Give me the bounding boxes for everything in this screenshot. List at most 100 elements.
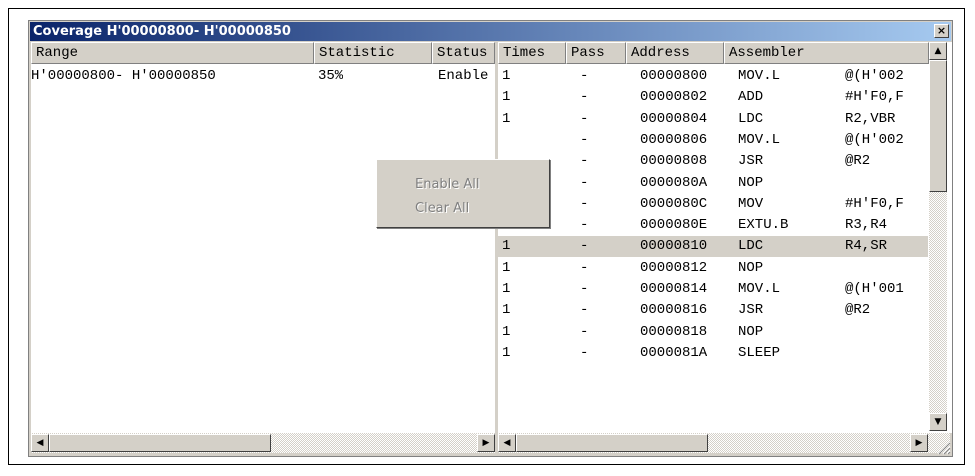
- times-cell: 1: [502, 344, 511, 361]
- resize-grip-icon[interactable]: [933, 437, 951, 455]
- address-cell: 00000808: [640, 153, 708, 170]
- pass-cell: -: [580, 110, 589, 127]
- pass-cell: -: [580, 281, 589, 297]
- window-titlebar[interactable]: Coverage H'00000800- H'00000850 ×: [30, 22, 951, 41]
- coverage-row[interactable]: 1 - 00000802 ADD #H'F0,F: [498, 87, 928, 108]
- address-cell: 0000081A: [640, 344, 708, 361]
- address-cell: 00000800: [640, 68, 708, 84]
- address-cell: 00000810: [640, 238, 708, 255]
- times-cell: 1: [502, 323, 511, 340]
- column-header-status[interactable]: Status: [432, 42, 495, 64]
- mnemonic-cell: MOV: [738, 195, 764, 212]
- scroll-left-button[interactable]: ◀: [498, 434, 516, 452]
- pass-cell: -: [580, 174, 589, 191]
- coverage-row[interactable]: 1 - 00000816 JSR @R2: [498, 300, 928, 321]
- close-button[interactable]: ×: [934, 24, 949, 38]
- statistic-cell: 35%: [318, 68, 344, 84]
- pass-cell: -: [580, 68, 589, 84]
- left-horizontal-scrollbar[interactable]: ◀ ▶: [31, 433, 495, 453]
- coverage-row[interactable]: - 0000080A NOP: [498, 173, 928, 194]
- window-title: Coverage H'00000800- H'00000850: [33, 24, 291, 39]
- coverage-detail-pane: Times Pass Address Assembler 1 - 00000800 M…: [498, 42, 952, 433]
- scroll-right-button[interactable]: ▶: [910, 434, 928, 452]
- times-cell: 1: [502, 259, 511, 276]
- column-header-times[interactable]: Times: [498, 42, 566, 64]
- range-row[interactable]: H'00000800- H'00000850 35% Enable: [31, 66, 495, 87]
- operand-cell: @(H'002: [845, 131, 904, 148]
- mnemonic-cell: LDC: [738, 110, 764, 127]
- times-cell: 1: [502, 302, 511, 319]
- mnemonic-cell: NOP: [738, 259, 764, 276]
- mnemonic-cell: LDC: [738, 238, 764, 255]
- mnemonic-cell: MOV.L: [738, 281, 781, 297]
- operand-cell: @(H'002: [845, 68, 904, 84]
- times-cell: 1: [502, 68, 511, 84]
- address-cell: 00000818: [640, 323, 708, 340]
- operand-cell: @R2: [845, 153, 871, 170]
- right-vertical-scrollbar[interactable]: ▲ ▼: [929, 42, 947, 431]
- column-header-assembler[interactable]: Assembler: [724, 42, 929, 64]
- coverage-row[interactable]: 1-0000080CMOV#H'F0,F: [498, 194, 928, 215]
- column-header-address[interactable]: Address: [626, 42, 724, 64]
- coverage-row[interactable]: 1-0000080EEXTU.BR3,R4: [498, 215, 928, 236]
- mnemonic-cell: MOV.L: [738, 68, 781, 84]
- address-cell: 00000816: [640, 302, 708, 319]
- address-cell: 0000080A: [640, 174, 708, 191]
- mnemonic-cell: NOP: [738, 174, 764, 191]
- coverage-row[interactable]: 1 - 00000810 LDC R4,SR: [498, 236, 928, 258]
- pass-cell: -: [580, 89, 589, 106]
- column-header-pass[interactable]: Pass: [566, 42, 626, 64]
- column-header-statistic[interactable]: Statistic: [314, 42, 432, 64]
- coverage-row[interactable]: - 00000808 JSR @R2: [498, 151, 928, 172]
- times-cell: 1: [502, 110, 511, 127]
- operand-cell: R4,SR: [845, 238, 888, 255]
- mnemonic-cell: MOV.L: [738, 131, 781, 148]
- pass-cell: -: [580, 259, 589, 276]
- mnemonic-cell: SLEEP: [738, 344, 781, 361]
- mnemonic-cell: EXTU.B: [738, 217, 789, 234]
- operand-cell: @R2: [845, 302, 871, 319]
- status-cell: Enable: [438, 68, 489, 84]
- address-cell: 00000802: [640, 89, 708, 106]
- pass-cell: -: [580, 131, 589, 148]
- pass-cell: -: [580, 153, 589, 170]
- address-cell: 0000080E: [640, 217, 708, 234]
- scroll-right-button[interactable]: ▶: [477, 434, 495, 452]
- pass-cell: -: [580, 217, 589, 234]
- coverage-row[interactable]: 1 - 00000814 MOV.L @(H'001: [498, 279, 928, 300]
- scrollbar-thumb[interactable]: [49, 434, 271, 452]
- times-cell: 1: [502, 281, 511, 297]
- mnemonic-cell: JSR: [738, 302, 764, 319]
- coverage-row[interactable]: - 00000806 MOV.L @(H'002: [498, 130, 928, 151]
- operand-cell: #H'F0,F: [845, 195, 904, 212]
- coverage-row[interactable]: 1 - 0000081A SLEEP: [498, 343, 928, 364]
- scroll-up-button[interactable]: ▲: [929, 42, 947, 60]
- right-horizontal-scrollbar[interactable]: ◀ ▶: [498, 433, 950, 453]
- scrollbar-thumb[interactable]: [516, 434, 708, 452]
- pass-cell: -: [580, 344, 589, 361]
- address-cell: 00000814: [640, 281, 708, 297]
- address-cell: 00000812: [640, 259, 708, 276]
- scroll-down-button[interactable]: ▼: [929, 413, 947, 431]
- context-menu: Enable All Clear All: [376, 159, 550, 228]
- pass-cell: -: [580, 302, 589, 319]
- pass-cell: -: [580, 323, 589, 340]
- pass-cell: -: [580, 195, 589, 212]
- menu-item-clear-all[interactable]: Clear All: [415, 201, 469, 216]
- coverage-row[interactable]: 1 - 00000812 NOP: [498, 258, 928, 279]
- times-cell: 1: [502, 89, 511, 106]
- coverage-row[interactable]: 1 - 00000818 NOP: [498, 322, 928, 343]
- operand-cell: R3,R4: [845, 217, 888, 234]
- range-pane: Range Statistic Status H'00000800- H'000…: [31, 42, 495, 433]
- menu-item-enable-all[interactable]: Enable All: [415, 177, 480, 192]
- coverage-row[interactable]: 1 - 00000800 MOV.L @(H'002: [498, 66, 928, 87]
- address-cell: 00000806: [640, 131, 708, 148]
- scroll-left-button[interactable]: ◀: [31, 434, 49, 452]
- coverage-window: Coverage H'00000800- H'00000850 × Range …: [28, 20, 953, 457]
- coverage-row[interactable]: 1 - 00000804 LDC R2,VBR: [498, 109, 928, 130]
- scrollbar-thumb[interactable]: [929, 60, 947, 192]
- operand-cell: @(H'001: [845, 281, 904, 297]
- mnemonic-cell: ADD: [738, 89, 764, 106]
- column-header-range[interactable]: Range: [31, 42, 314, 64]
- mnemonic-cell: NOP: [738, 323, 764, 340]
